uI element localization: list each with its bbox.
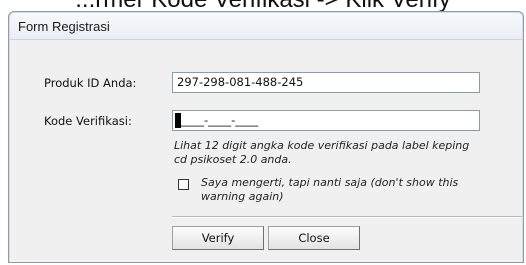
verification-hint: Lihat 12 digit angka kode verifikasi pad… (174, 139, 470, 166)
close-button[interactable]: Close (268, 226, 360, 250)
produk-id-field[interactable]: 297-298-081-488-245 (172, 72, 480, 93)
kode-verifikasi-field[interactable]: ____-____-____ (172, 110, 480, 131)
verify-button[interactable]: Verify (172, 226, 264, 250)
kode-verifikasi-label: Kode Verifikasi: (44, 114, 132, 128)
dont-show-again-checkbox[interactable] (178, 179, 189, 190)
button-separator (172, 216, 522, 218)
dont-show-again-label[interactable]: Saya mengerti, tapi nanti saja (don't sh… (201, 176, 461, 204)
window-body: Produk ID Anda: 297-298-081-488-245 Kode… (10, 40, 522, 262)
title-bar[interactable]: Form Registrasi (10, 13, 522, 40)
kode-verifikasi-mask: ____-____-____ (181, 113, 259, 127)
window-title: Form Registrasi (18, 19, 110, 34)
page: ...rmer Kode Verifikasi -> Klik Verify F… (0, 0, 526, 265)
registration-window: Form Registrasi Produk ID Anda: 297-298-… (8, 11, 524, 263)
produk-id-label: Produk ID Anda: (44, 76, 137, 90)
